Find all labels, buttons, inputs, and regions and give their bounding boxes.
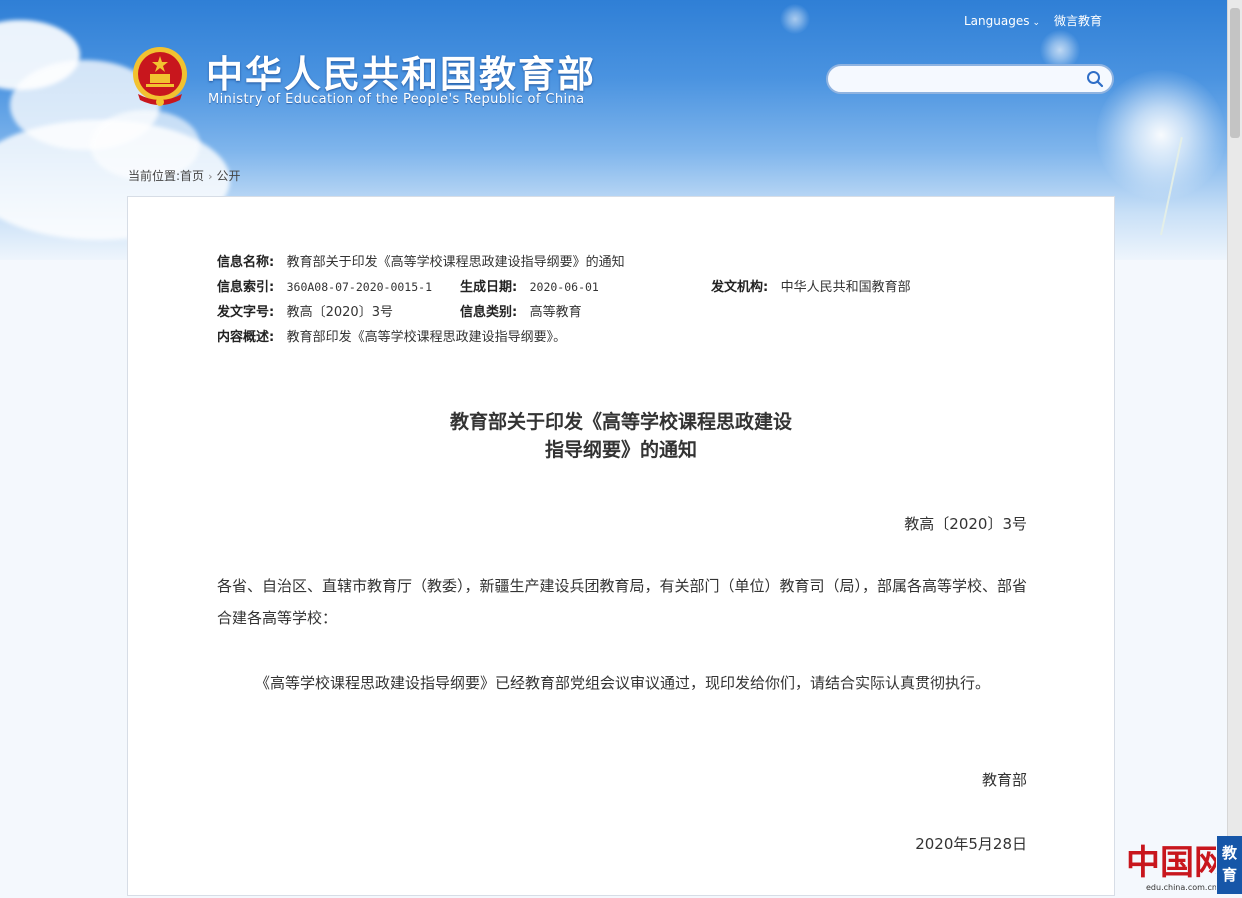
dandelion-seed (780, 4, 810, 34)
site-title-en: Ministry of Education of the People's Re… (208, 92, 585, 107)
info-docno-value: 教高〔2020〕3号 (286, 305, 393, 320)
info-name-label: 信息名称: (217, 255, 275, 270)
info-category-label: 信息类别: (460, 305, 518, 320)
info-name-value: 教育部关于印发《高等学校课程思政建设指导纲要》的通知 (286, 255, 625, 270)
info-category-value: 高等教育 (529, 305, 582, 320)
info-summary-row: 内容概述: 教育部印发《高等学校课程思政建设指导纲要》。 (217, 326, 566, 345)
site-title-cn: 中华人民共和国教育部 (206, 53, 596, 96)
china-net-logo[interactable]: 中国网 edu.china.com.cn (1124, 836, 1228, 894)
languages-label: Languages (964, 13, 1030, 28)
info-issuer-label: 发文机构: (711, 280, 769, 295)
breadcrumb-current-link[interactable]: 公开 (216, 169, 240, 183)
info-category-row: 信息类别: 高等教育 (460, 301, 582, 320)
scrollbar-thumb[interactable] (1230, 8, 1240, 138)
info-docno-row: 发文字号: 教高〔2020〕3号 (217, 301, 393, 320)
info-date-value: 2020-06-01 (529, 280, 599, 294)
info-summary-value: 教育部印发《高等学校课程思政建设指导纲要》。 (286, 330, 567, 345)
china-net-logo-graphic: 中国网 edu.china.com.cn (1126, 843, 1228, 892)
info-issuer-row: 发文机构: 中华人民共和国教育部 (711, 276, 911, 295)
breadcrumb-prefix: 当前位置: (128, 169, 181, 183)
languages-menu[interactable]: Languages ⌄ (964, 14, 1040, 28)
breadcrumb-home-link[interactable]: 首页 (180, 169, 204, 183)
article-title-line2: 指导纲要》的通知 (544, 439, 697, 461)
top-nav: Languages ⌄ 微言教育 (964, 12, 1102, 29)
article-recipients: 各省、自治区、直辖市教育厅（教委），新疆生产建设兵团教育局，有关部门（单位）教育… (217, 577, 1028, 627)
article-paragraph: 《高等学校课程思政建设指导纲要》已经教育部党组会议审议通过，现印发给你们，请结合… (255, 674, 991, 692)
info-summary-label: 内容概述: (217, 330, 275, 345)
article-doc-number: 教高〔2020〕3号 (904, 515, 1027, 533)
info-index-row: 信息索引: 360A08-07-2020-0015-1 (217, 276, 432, 295)
info-name-row: 信息名称: 教育部关于印发《高等学校课程思政建设指导纲要》的通知 (217, 251, 625, 270)
article-title: 教育部关于印发《高等学校课程思政建设 指导纲要》的通知 (0, 408, 1242, 464)
search-input[interactable] (840, 66, 1084, 94)
info-index-value: 360A08-07-2020-0015-1 (286, 280, 433, 294)
national-emblem-logo[interactable] (130, 44, 190, 108)
article-title-line1: 教育部关于印发《高等学校课程思政建设 (449, 411, 792, 433)
chevron-down-icon: ⌄ (1032, 17, 1041, 28)
article-date: 2020年5月28日 (915, 835, 1027, 853)
info-date-row: 生成日期: 2020-06-01 (460, 276, 599, 295)
edu-tag-badge[interactable]: 教育 (1217, 836, 1242, 894)
weibo-link[interactable]: 微言教育 (1054, 12, 1102, 29)
info-date-label: 生成日期: (460, 280, 518, 295)
search-box (826, 64, 1114, 94)
china-net-url: edu.china.com.cn (1146, 883, 1216, 892)
chevron-right-icon: › (208, 170, 213, 183)
article-signature: 教育部 (981, 771, 1027, 789)
breadcrumb: 当前位置:首页 › 公开 (128, 167, 240, 184)
search-icon[interactable] (1086, 70, 1104, 88)
china-net-logo-text: 中国网 (1126, 843, 1216, 883)
info-index-label: 信息索引: (217, 280, 275, 295)
dandelion-decoration (1096, 70, 1226, 200)
info-issuer-value: 中华人民共和国教育部 (780, 280, 911, 295)
info-docno-label: 发文字号: (217, 305, 275, 320)
